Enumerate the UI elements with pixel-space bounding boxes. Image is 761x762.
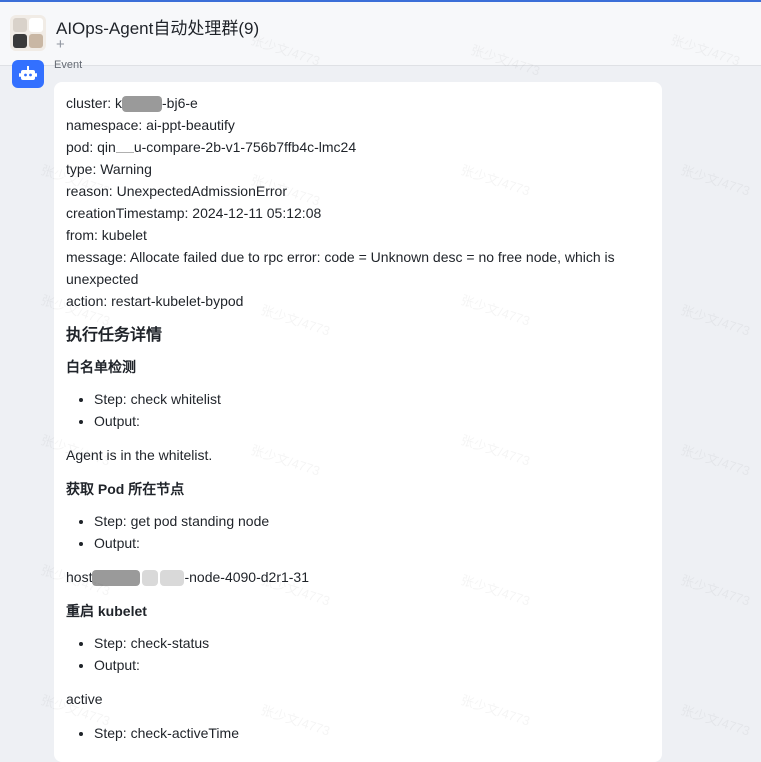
redaction-block <box>160 570 185 587</box>
section-title-get-node: 获取 Pod 所在节点 <box>66 481 185 497</box>
watermark: 张少文/4773 <box>679 159 753 199</box>
bot-avatar-icon[interactable] <box>12 60 44 88</box>
steps-list: Step: check whitelist Output: <box>66 388 656 432</box>
chat-header: AIOps-Agent自动处理群(9) + <box>0 2 761 66</box>
step-output: host -node-4090-d2r1-31 <box>66 569 309 587</box>
namespace-line: namespace: ai-ppt-beautify <box>66 117 235 133</box>
list-item: Step: check whitelist <box>94 388 656 410</box>
type-line: type: Warning <box>66 161 152 177</box>
reason-line: reason: UnexpectedAdmissionError <box>66 183 287 199</box>
list-item: Output: <box>94 654 656 676</box>
section-title-whitelist: 白名单检测 <box>66 359 136 375</box>
watermark: 张少文/4773 <box>679 439 753 479</box>
watermark: 张少文/4773 <box>679 569 753 609</box>
list-item: Step: check-activeTime <box>94 722 656 744</box>
redaction-block <box>92 570 141 587</box>
step-output: Agent is in the whitelist. <box>66 447 213 463</box>
section-title-restart-kubelet: 重启 kubelet <box>66 603 147 619</box>
list-item: Output: <box>94 532 656 554</box>
message-content: cluster: k -bj6-e namespace: ai-ppt-beaut… <box>66 92 656 756</box>
cluster-line: cluster: k -bj6-e <box>66 95 198 113</box>
sender-name[interactable]: Event <box>54 59 82 72</box>
pod-line: pod: qin u-compare-2b-v1-756b7ffb4c-lmc24 <box>66 139 357 155</box>
add-tab-icon[interactable]: + <box>56 37 65 53</box>
creation-timestamp-line: creationTimestamp: 2024-12-11 05:12:08 <box>66 205 322 221</box>
step-output: active <box>66 691 103 707</box>
watermark: 张少文/4773 <box>679 699 753 739</box>
list-item: Step: check-status <box>94 632 656 654</box>
action-line: action: restart-kubelet-bypod <box>66 293 244 309</box>
chat-title[interactable]: AIOps-Agent自动处理群(9) <box>56 14 259 39</box>
message-card: cluster: k -bj6-e namespace: ai-ppt-beaut… <box>54 82 662 762</box>
message-line: message: Allocate failed due to rpc erro… <box>66 249 615 287</box>
steps-list: Step: check-status Output: <box>66 632 656 676</box>
watermark: 张少文/4773 <box>679 299 753 339</box>
from-line: from: kubelet <box>66 227 147 243</box>
details-heading: 执行任务详情 <box>66 327 163 344</box>
redaction-block <box>122 96 163 113</box>
group-avatar[interactable] <box>10 15 46 51</box>
redaction-block <box>142 570 159 587</box>
list-item: Output: <box>94 410 656 432</box>
list-item: Step: get pod standing node <box>94 510 656 532</box>
redaction-block <box>115 144 134 153</box>
steps-list: Step: get pod standing node Output: <box>66 510 656 554</box>
steps-list: Step: check-activeTime <box>66 722 656 744</box>
